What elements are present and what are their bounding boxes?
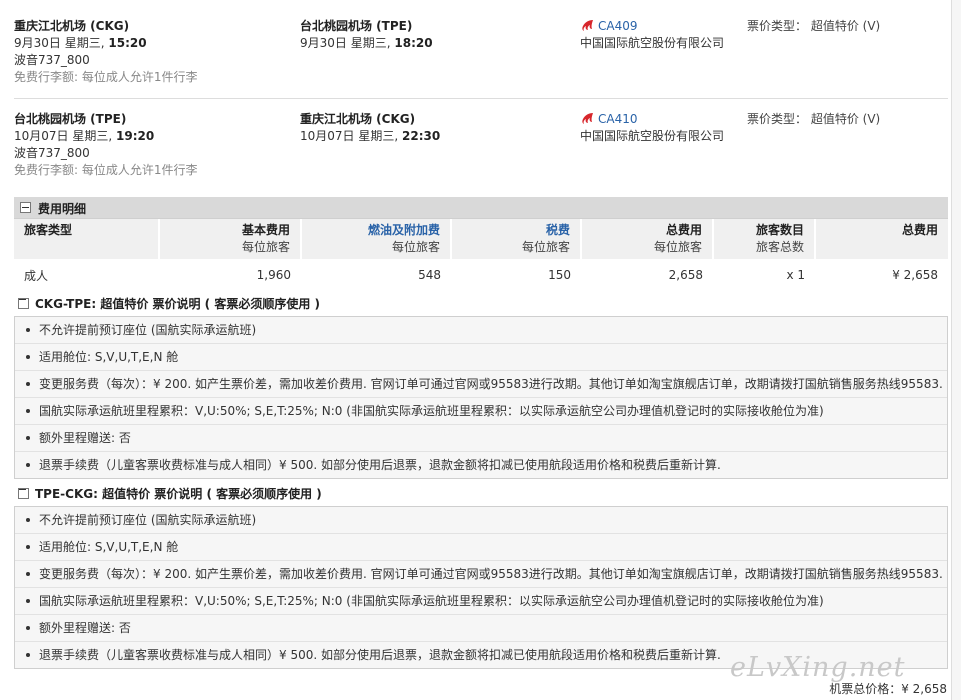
baggage-allowance: 免费行李额: 每位成人允许1件行李 bbox=[14, 70, 198, 84]
list-item: 适用舱位: S,V,U,T,E,N 舱 bbox=[15, 534, 947, 561]
col-taxes[interactable]: 税费 每位旅客 bbox=[451, 219, 582, 259]
flight-number[interactable]: CA409 bbox=[580, 18, 724, 35]
departure-airport: 台北桃园机场 (TPE) bbox=[14, 112, 127, 126]
airline-name: 中国国际航空股份有限公司 bbox=[580, 36, 725, 50]
cell-taxes: 150 bbox=[548, 268, 571, 282]
departure-datetime: 9月30日 星期三, 15:20 bbox=[14, 36, 147, 50]
airline-name: 中国国际航空股份有限公司 bbox=[580, 129, 725, 143]
ticket-total-price: 机票总价格：¥ 2,658 bbox=[829, 682, 947, 696]
list-item: 退票手续费（儿童客票收费标准与成人相同）¥ 500. 如部分使用后退票，退款金额… bbox=[15, 452, 947, 478]
fare-rules-title-tpe-ckg[interactable]: TPE-CKG: 超值特价 票价说明 ( 客票必须顺序使用 ) bbox=[18, 485, 322, 502]
cell-fuel-surcharge: 548 bbox=[418, 268, 441, 282]
baggage-allowance: 免费行李额: 每位成人允许1件行李 bbox=[14, 163, 198, 177]
fare-type: 票价类型： 超值特价 (V) bbox=[747, 112, 881, 126]
departure-airport: 重庆江北机场 (CKG) bbox=[14, 19, 130, 33]
cell-grand-total: ¥ 2,658 bbox=[892, 268, 938, 282]
col-passenger-count: 旅客数目 旅客总数 bbox=[713, 219, 816, 259]
col-base-fare: 基本费用 每位旅客 bbox=[159, 219, 302, 259]
fee-table: 旅客类型 基本费用 每位旅客 燃油及附加费 每位旅客 税费 每位旅客 总费用 每位旅客 … bbox=[14, 219, 948, 285]
air-china-logo-icon bbox=[582, 113, 593, 124]
col-fuel-surcharge[interactable]: 燃油及附加费 每位旅客 bbox=[301, 219, 452, 259]
fee-details-title: 费用明细 bbox=[38, 202, 87, 216]
arrival-airport: 重庆江北机场 (CKG) bbox=[300, 112, 416, 126]
fare-type: 票价类型： 超值特价 (V) bbox=[747, 19, 881, 33]
list-item: 不允许提前预订座位 (国航实际承运航班) bbox=[15, 317, 947, 344]
fare-rules-list-tpe-ckg: 不允许提前预订座位 (国航实际承运航班) 适用舱位: S,V,U,T,E,N 舱… bbox=[14, 506, 948, 669]
arrival-datetime: 10月07日 星期三, 22:30 bbox=[300, 129, 441, 143]
fee-details-header[interactable]: 费用明细 bbox=[14, 197, 948, 219]
col-passenger-type: 旅客类型 bbox=[14, 219, 160, 259]
list-item: 适用舱位: S,V,U,T,E,N 舱 bbox=[15, 344, 947, 371]
aircraft-type: 波音737_800 bbox=[14, 53, 90, 67]
list-item: 国航实际承运航班里程累积：V,U:50%; S,E,T:25%; N:0 (非国… bbox=[15, 588, 947, 615]
flight-segment-2: 台北桃园机场 (TPE) 10月07日 星期三, 19:20 波音737_800… bbox=[14, 105, 948, 189]
cell-passenger-count: x 1 bbox=[786, 268, 805, 282]
list-item: 额外里程赠送: 否 bbox=[15, 615, 947, 642]
cell-base-fare: 1,960 bbox=[256, 268, 291, 282]
air-china-logo-icon bbox=[582, 20, 593, 31]
list-item: 变更服务费（每次）：¥ 200. 如产生票价差，需加收差价费用. 官网订单可通过… bbox=[15, 561, 947, 588]
collapse-minus-icon[interactable] bbox=[18, 298, 29, 309]
list-item: 不允许提前预订座位 (国航实际承运航班) bbox=[15, 507, 947, 534]
arrival-airport: 台北桃园机场 (TPE) bbox=[300, 19, 413, 33]
col-grand-total: 总费用 bbox=[815, 219, 948, 259]
list-item: 变更服务费（每次）：¥ 200. 如产生票价差，需加收差价费用. 官网订单可通过… bbox=[15, 371, 947, 398]
list-item: 额外里程赠送: 否 bbox=[15, 425, 947, 452]
watermark: eLvXing.net bbox=[730, 652, 906, 683]
fare-rules-list-ckg-tpe: 不允许提前预订座位 (国航实际承运航班) 适用舱位: S,V,U,T,E,N 舱… bbox=[14, 316, 948, 479]
table-row: 成人 1,960 548 150 2,658 x 1 ¥ 2,658 bbox=[14, 259, 948, 285]
departure-datetime: 10月07日 星期三, 19:20 bbox=[14, 129, 155, 143]
arrival-datetime: 9月30日 星期三, 18:20 bbox=[300, 36, 433, 50]
fare-rules-title-ckg-tpe[interactable]: CKG-TPE: 超值特价 票价说明 ( 客票必须顺序使用 ) bbox=[18, 295, 320, 312]
flight-segment-1: 重庆江北机场 (CKG) 9月30日 星期三, 15:20 波音737_800 … bbox=[14, 12, 948, 96]
cell-passenger-type: 成人 bbox=[24, 268, 49, 283]
flight-number[interactable]: CA410 bbox=[580, 111, 724, 128]
cell-total-per-passenger: 2,658 bbox=[668, 268, 703, 282]
list-item: 国航实际承运航班里程累积：V,U:50%; S,E,T:25%; N:0 (非国… bbox=[15, 398, 947, 425]
collapse-minus-icon[interactable] bbox=[18, 488, 29, 499]
segment-divider bbox=[14, 98, 948, 99]
vertical-scrollbar[interactable] bbox=[951, 0, 961, 700]
col-total-per-passenger: 总费用 每位旅客 bbox=[581, 219, 714, 259]
aircraft-type: 波音737_800 bbox=[14, 146, 90, 160]
collapse-minus-icon[interactable] bbox=[20, 202, 31, 213]
